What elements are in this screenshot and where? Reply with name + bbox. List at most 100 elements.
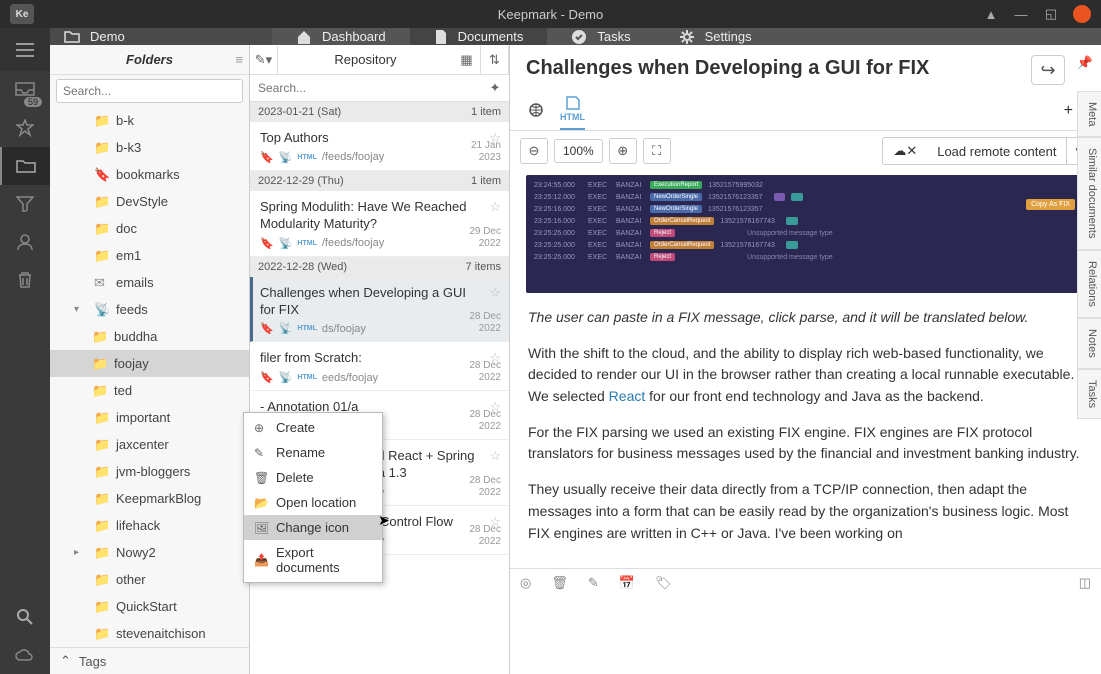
rail-cloud[interactable] bbox=[0, 636, 50, 674]
cm-create[interactable]: ⊕Create bbox=[244, 415, 382, 440]
document-title: Challenges when Developing a GUI for FIX bbox=[526, 57, 1041, 80]
calendar-icon[interactable]: 📅 bbox=[619, 575, 635, 591]
fit-icon[interactable]: ⛶ bbox=[643, 138, 671, 164]
repo-item[interactable]: Spring Modulith: Have We Reached Modular… bbox=[250, 191, 509, 257]
folder-item-doc[interactable]: 📁doc bbox=[50, 215, 249, 242]
repo-item-path: eeds/foojay bbox=[322, 372, 378, 384]
zoom-value: 100% bbox=[554, 139, 603, 163]
doc-preview-image: Copy As FIX 23:24:55.000EXECBANZAIExecut… bbox=[526, 175, 1085, 293]
repo-view-icon[interactable]: ▦ bbox=[453, 46, 481, 74]
tag-icon[interactable]: 🏷 bbox=[655, 575, 672, 591]
bookmark-icon: 🔖 bbox=[94, 167, 110, 183]
folder-item-keepmarkblog[interactable]: 📁KeepmarkBlog bbox=[50, 485, 249, 512]
tags-label: Tags bbox=[79, 654, 106, 669]
eject-icon[interactable]: ▲ bbox=[983, 6, 999, 22]
rail-folder[interactable] bbox=[0, 147, 50, 185]
folder-item-bookmarks[interactable]: 🔖bookmarks bbox=[50, 161, 249, 188]
doc-tab-html[interactable]: HTML bbox=[560, 92, 585, 130]
repo-sort-icon[interactable]: ⇅ bbox=[481, 46, 509, 74]
right-tab-notes[interactable]: Notes bbox=[1077, 318, 1101, 369]
pin-icon[interactable]: 📌 bbox=[1077, 55, 1093, 71]
target-icon[interactable]: ◎ bbox=[520, 575, 531, 591]
repo-item[interactable]: Top Authors 🔖📡HTML/feeds/foojay ☆ 21 Jan… bbox=[250, 122, 509, 171]
doc-tab-web[interactable] bbox=[526, 98, 546, 124]
repo-add-icon[interactable]: ✎▾ bbox=[250, 46, 278, 74]
share-button[interactable]: ↪ bbox=[1031, 55, 1065, 85]
rail-star[interactable] bbox=[0, 109, 50, 147]
tab-settings[interactable]: Settings bbox=[655, 28, 776, 45]
close-icon[interactable] bbox=[1073, 5, 1091, 23]
zoom-out-icon[interactable]: ⊖ bbox=[520, 138, 548, 164]
rail-trash[interactable] bbox=[0, 261, 50, 299]
folder-item-b-k[interactable]: 📁b-k bbox=[50, 107, 249, 134]
folder-item-other[interactable]: 📁other bbox=[50, 566, 249, 593]
rail-search[interactable] bbox=[0, 598, 50, 636]
folder-item-em1[interactable]: 📁em1 bbox=[50, 242, 249, 269]
cm-delete[interactable]: 🗑Delete bbox=[244, 465, 382, 490]
tab-documents[interactable]: Documents bbox=[410, 28, 548, 45]
react-link[interactable]: React bbox=[609, 388, 646, 404]
folder-item-jaxcenter[interactable]: 📁jaxcenter bbox=[50, 431, 249, 458]
folder-item-emails[interactable]: ✉emails bbox=[50, 269, 249, 296]
date-group: 2022-12-28 (Wed)7 items bbox=[250, 257, 509, 277]
tabbar: Demo Dashboard Documents Tasks Settings bbox=[50, 28, 1101, 45]
rail-user[interactable] bbox=[0, 223, 50, 261]
chevron-up-icon: ⌃ bbox=[60, 653, 71, 669]
tab-tasks[interactable]: Tasks bbox=[547, 28, 654, 45]
folder-item-b-k3[interactable]: 📁b-k3 bbox=[50, 134, 249, 161]
folder-item-lifehack[interactable]: 📁lifehack bbox=[50, 512, 249, 539]
folders-menu-icon[interactable]: ≡ bbox=[235, 52, 243, 67]
trash-icon[interactable]: 🗑 bbox=[551, 575, 568, 591]
right-tab-relations[interactable]: Relations bbox=[1077, 250, 1101, 318]
rail-filter[interactable] bbox=[0, 185, 50, 223]
repo-item-title: Spring Modulith: Have We Reached Modular… bbox=[260, 199, 499, 233]
chevron-icon: ▸ bbox=[74, 547, 88, 558]
folder-item-devstyle[interactable]: 📁DevStyle bbox=[50, 188, 249, 215]
tab-dashboard[interactable]: Dashboard bbox=[272, 28, 410, 45]
right-tab-similar[interactable]: Similar documents bbox=[1077, 137, 1101, 249]
rail-inbox[interactable]: 59 bbox=[0, 71, 50, 109]
minimize-icon[interactable]: — bbox=[1013, 6, 1029, 22]
edit-icon[interactable]: ✎ bbox=[588, 575, 599, 591]
star-icon[interactable]: ☆ bbox=[489, 199, 501, 215]
folder-icon: 📁 bbox=[94, 626, 110, 642]
right-tab-tasks[interactable]: Tasks bbox=[1077, 369, 1101, 419]
folder-item-jvm-bloggers[interactable]: 📁jvm-bloggers bbox=[50, 458, 249, 485]
cm-export[interactable]: 📤Export documents bbox=[244, 540, 382, 580]
repo-search-input[interactable] bbox=[250, 75, 481, 101]
cm-rename[interactable]: ✎Rename bbox=[244, 440, 382, 465]
star-icon[interactable]: ☆ bbox=[489, 448, 501, 464]
window-icon[interactable]: ◫ bbox=[1079, 575, 1091, 591]
cm-open-location[interactable]: 📂Open location bbox=[244, 490, 382, 515]
maximize-icon[interactable]: ◱ bbox=[1043, 6, 1059, 22]
date-group: 2023-01-21 (Sat)1 item bbox=[250, 102, 509, 122]
folder-item-foojay[interactable]: 📁foojay bbox=[50, 350, 249, 377]
folder-item-nowy2[interactable]: ▸📁Nowy2 bbox=[50, 539, 249, 566]
tags-row[interactable]: ⌃ Tags bbox=[50, 647, 249, 674]
folder-item-quickstart[interactable]: 📁QuickStart bbox=[50, 593, 249, 620]
folders-search-input[interactable] bbox=[56, 79, 243, 103]
html-badge: HTML bbox=[297, 154, 316, 161]
tab-demo[interactable]: Demo bbox=[50, 28, 272, 45]
folder-icon: 📁 bbox=[94, 437, 110, 453]
folder-item-important[interactable]: 📁important bbox=[50, 404, 249, 431]
folder-icon: 📁 bbox=[94, 410, 110, 426]
folder-icon: 📁 bbox=[94, 545, 110, 561]
folder-item-feeds[interactable]: ▾📡feeds bbox=[50, 296, 249, 323]
folder-item-ted[interactable]: 📁ted bbox=[50, 377, 249, 404]
load-remote-button[interactable]: ☁✕ Load remote content ▾ bbox=[882, 137, 1091, 165]
folder-item-stevenaitchison[interactable]: 📁stevenaitchison bbox=[50, 620, 249, 647]
hamburger-icon[interactable] bbox=[0, 28, 50, 71]
right-tab-meta[interactable]: Meta bbox=[1077, 91, 1101, 137]
repo-item[interactable]: filer from Scratch: 🔖📡HTMLeeds/foojay ☆ … bbox=[250, 342, 509, 391]
folder-icon: 📁 bbox=[94, 113, 110, 129]
folder-item-buddha[interactable]: 📁buddha bbox=[50, 323, 249, 350]
add-tab-icon[interactable]: + bbox=[1064, 102, 1073, 120]
tab-tasks-label: Tasks bbox=[597, 29, 630, 44]
repo-item[interactable]: Challenges when Developing a GUI for FIX… bbox=[250, 277, 509, 343]
zoom-in-icon[interactable]: ⊕ bbox=[609, 138, 637, 164]
cm-change-icon[interactable]: 🖼Change icon bbox=[244, 515, 382, 540]
star-icon[interactable]: ☆ bbox=[489, 285, 501, 301]
cursor-icon: ➤ bbox=[378, 512, 390, 529]
wand-icon[interactable]: ✦ bbox=[481, 80, 509, 96]
